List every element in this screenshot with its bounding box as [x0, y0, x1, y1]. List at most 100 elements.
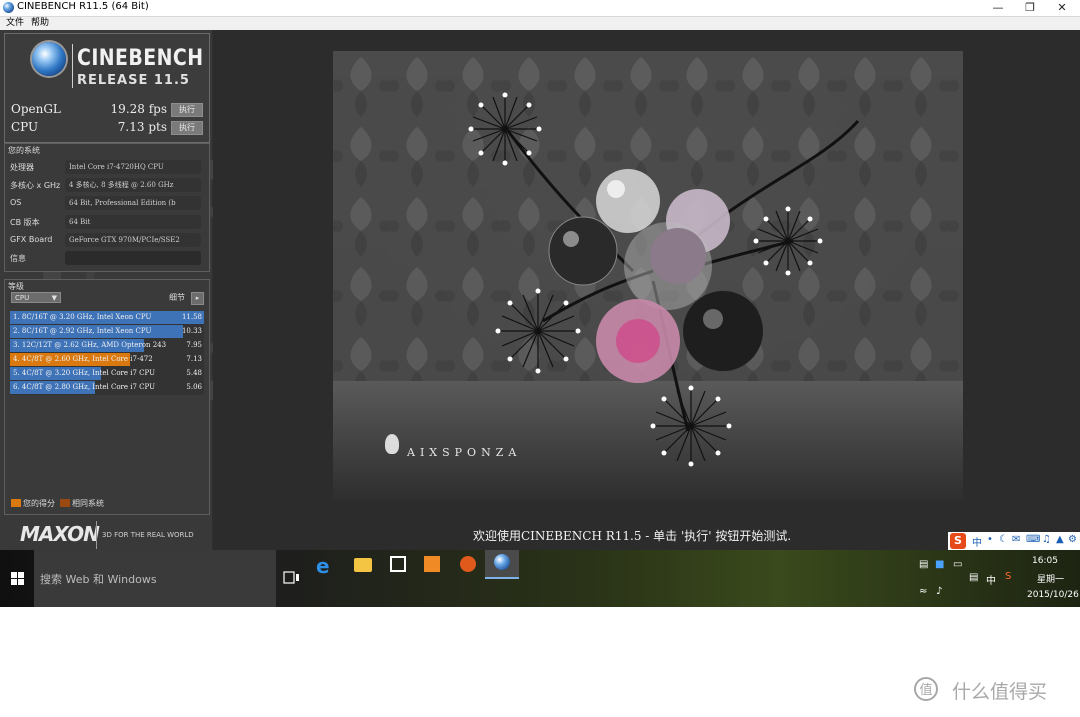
ranking-row[interactable]: 2. 8C/16T @ 2.92 GHz, Intel Xeon CPU 10.3…: [10, 325, 204, 338]
menu-file[interactable]: 文件: [6, 17, 24, 30]
edge-browser-icon[interactable]: e: [316, 554, 342, 580]
store-icon[interactable]: [390, 556, 406, 572]
opengl-label: OpenGL: [11, 102, 61, 116]
ranking-type-dropdown[interactable]: CPU ▼: [11, 292, 61, 303]
product-title: CINEBENCH: [77, 46, 204, 71]
moon-icon[interactable]: ☾: [999, 534, 1008, 545]
system-row-info: 信息: [5, 250, 209, 268]
sogou-tray-icon[interactable]: S: [1005, 571, 1011, 582]
details-label: 细节: [169, 293, 185, 302]
ranking-row[interactable]: 4. 4C/8T @ 2.60 GHz, Intel Core i7-472 7.…: [10, 353, 204, 366]
skin-icon[interactable]: ▲: [1056, 534, 1064, 545]
battery-icon[interactable]: ▭: [953, 559, 962, 570]
system-key: CB 版本: [10, 218, 40, 227]
system-value: 64 Bit, Professional Edition (b: [65, 196, 201, 210]
task-view-icon[interactable]: [283, 570, 301, 586]
cinebench-window: CINEBENCH R11.5 (64 Bit) — ❐ ✕ 文件 帮助 CIN…: [0, 0, 1080, 550]
title-bar[interactable]: CINEBENCH R11.5 (64 Bit) — ❐ ✕: [0, 0, 1080, 17]
smzdm-watermark-text: 什么值得买: [952, 681, 1048, 703]
taskbar-search-box[interactable]: 搜索 Web 和 Windows: [34, 550, 276, 607]
cinebench-taskbar-button[interactable]: [485, 550, 519, 579]
chat-icon[interactable]: ✉: [1012, 534, 1020, 545]
ranking-section: 等级 CPU ▼ 细节 ▸ 1. 8C/16T @ 3.20 GHz, Inte…: [4, 279, 210, 515]
system-value: 4 多核心, 8 多线程 @ 2.60 GHz: [65, 178, 201, 192]
maxon-tagline: 3D FOR THE REAL WORLD: [102, 531, 194, 539]
system-value: Intel Core i7-4720HQ CPU: [65, 160, 201, 174]
maxon-logo: MAXON: [20, 522, 100, 546]
system-key: 信息: [10, 254, 26, 263]
menu-help[interactable]: 帮助: [31, 17, 49, 30]
your-system-section: 您的系统 处理器 Intel Core i7-4720HQ CPU 多核心 x …: [4, 143, 210, 272]
windows-taskbar: 搜索 Web 和 Windows e ▤ ■ ▭ ▤ 中 S ≈ ♪ 16:05…: [0, 550, 1080, 607]
browser-app-icon[interactable]: [460, 556, 476, 572]
punctuation-icon[interactable]: •: [987, 534, 993, 545]
volume-icon[interactable]: ♪: [936, 586, 942, 597]
your-score-swatch: [11, 499, 21, 507]
details-toggle-button[interactable]: ▸: [191, 292, 204, 305]
ranking-score: 11.58: [181, 313, 202, 321]
clock-date[interactable]: 2015/10/26: [1027, 590, 1079, 600]
ranking-processor-name: 4. 4C/8T @ 2.60 GHz, Intel Core i7-472: [13, 355, 153, 363]
keyboard-icon[interactable]: ⌨: [1026, 534, 1040, 545]
ranking-score: 10.33: [181, 327, 202, 335]
aixsponza-brand: AIXSPONZA: [407, 446, 522, 459]
dropdown-value: CPU: [15, 294, 30, 302]
system-row-os: OS 64 Bit, Professional Edition (b: [5, 195, 209, 213]
maxon-divider: [96, 521, 97, 549]
search-placeholder: 搜索 Web 和 Windows: [40, 573, 157, 586]
info-field[interactable]: [65, 251, 201, 265]
ranking-row[interactable]: 6. 4C/8T @ 2.80 GHz, Intel Core i7 CPU 5.…: [10, 381, 204, 394]
ranking-processor-name: 1. 8C/16T @ 3.20 GHz, Intel Xeon CPU: [13, 313, 152, 321]
windows-logo-icon: [11, 572, 24, 585]
your-score-legend: 您的得分: [23, 499, 55, 508]
cpu-run-button[interactable]: 执行: [171, 121, 203, 135]
ranking-processor-name: 3. 12C/12T @ 2.62 GHz, AMD Opteron 243: [13, 341, 167, 349]
opengl-score-row: OpenGL 19.28 fps 执行: [5, 101, 209, 118]
opengl-score: 19.28 fps: [110, 102, 167, 116]
ranking-score: 7.13: [186, 355, 202, 363]
system-row-cb-version: CB 版本 64 Bit: [5, 214, 209, 232]
media-player-icon[interactable]: [424, 556, 440, 572]
close-icon[interactable]: ✕: [1042, 0, 1080, 16]
chevron-down-icon: ▼: [51, 294, 57, 302]
ime-language-indicator[interactable]: 中: [972, 534, 982, 549]
status-message: 欢迎使用CINEBENCH R11.5 - 单击 '执行' 按钮开始测试.: [473, 529, 792, 543]
ranking-processor-name: 2. 8C/16T @ 2.92 GHz, Intel Xeon CPU: [13, 327, 152, 335]
ranking-title: 等级: [8, 282, 24, 291]
ranking-processor-name: 6. 4C/8T @ 2.80 GHz, Intel Core i7 CPU: [13, 383, 156, 391]
sogou-ime-icon[interactable]: S: [950, 533, 966, 549]
voice-icon[interactable]: ♫: [1042, 534, 1051, 545]
file-explorer-icon[interactable]: [354, 558, 372, 572]
ranking-list[interactable]: 1. 8C/16T @ 3.20 GHz, Intel Xeon CPU 11.5…: [10, 311, 204, 395]
cinebench-sphere-logo: [32, 42, 66, 76]
cpu-score-row: CPU 7.13 pts 执行: [5, 119, 209, 136]
system-row-cores: 多核心 x GHz 4 多核心, 8 多线程 @ 2.60 GHz: [5, 177, 209, 195]
wifi-icon[interactable]: ≈: [919, 586, 927, 597]
clock-weekday[interactable]: 星期一: [1037, 572, 1064, 585]
render-area: AIXSPONZA 欢迎使用CINEBENCH R11.5 - 单击 '执行' …: [213, 30, 1080, 550]
render-preview: AIXSPONZA: [333, 51, 963, 501]
start-button[interactable]: [0, 550, 34, 607]
ranking-row[interactable]: 1. 8C/16T @ 3.20 GHz, Intel Xeon CPU 11.5…: [10, 311, 204, 324]
settings-icon[interactable]: ⚙: [1068, 534, 1077, 545]
cinebench-taskbar-icon: [494, 554, 510, 570]
ranking-row[interactable]: 5. 4C/8T @ 3.20 GHz, Intel Core i7 CPU 5.…: [10, 367, 204, 380]
system-key: GFX Board: [10, 235, 53, 244]
benchmark-summary-box: CINEBENCH RELEASE 11.5 OpenGL 19.28 fps …: [4, 33, 210, 143]
opengl-run-button[interactable]: 执行: [171, 103, 203, 117]
tray-app-icon[interactable]: ■: [935, 559, 944, 570]
action-center-icon[interactable]: ▤: [919, 559, 928, 570]
ime-tray-indicator[interactable]: 中: [986, 572, 996, 587]
system-row-processor: 处理器 Intel Core i7-4720HQ CPU: [5, 159, 209, 177]
release-label: RELEASE 11.5: [77, 73, 190, 88]
render-scene: [468, 92, 860, 467]
identical-system-swatch: [60, 499, 70, 507]
ime-toolbar[interactable]: S 中 • ☾ ✉ ⌨ ♫ ▲ ⚙: [948, 532, 1080, 550]
notification-icon[interactable]: ▤: [969, 572, 978, 583]
ranking-processor-name: 5. 4C/8T @ 3.20 GHz, Intel Core i7 CPU: [13, 369, 156, 377]
menu-bar: 文件 帮助: [0, 17, 1080, 30]
ranking-row[interactable]: 3. 12C/12T @ 2.62 GHz, AMD Opteron 243 7.…: [10, 339, 204, 352]
system-row-gfx-board: GFX Board GeForce GTX 970M/PCIe/SSE2: [5, 232, 209, 250]
clock-time[interactable]: 16:05: [1032, 556, 1058, 566]
your-system-title: 您的系统: [8, 146, 40, 155]
